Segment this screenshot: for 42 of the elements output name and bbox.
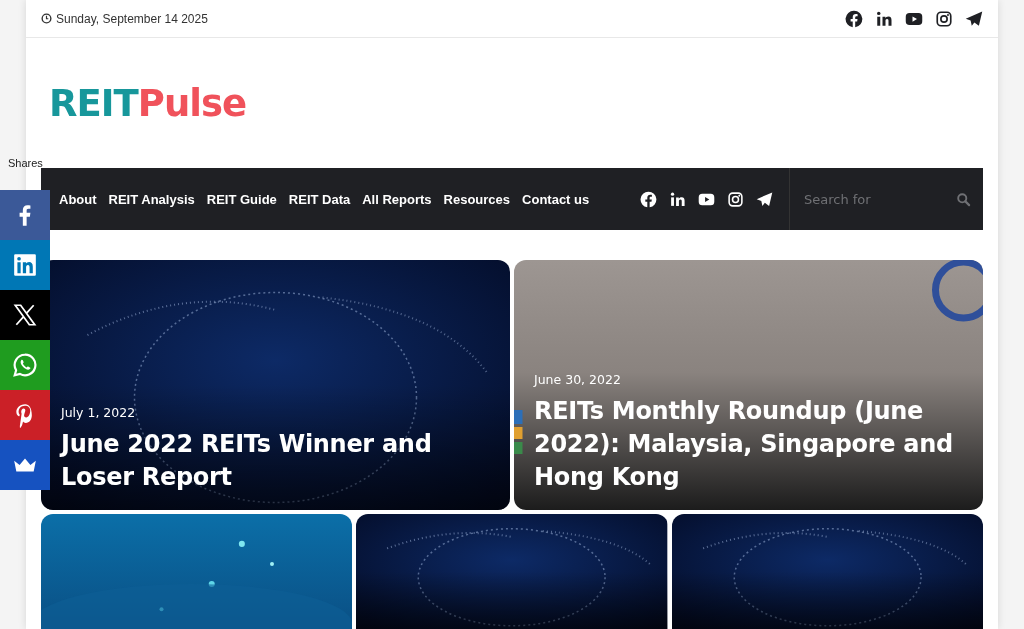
facebook-link[interactable] <box>640 190 657 208</box>
x-icon <box>12 302 38 328</box>
x-share-button[interactable] <box>0 290 50 340</box>
whatsapp-share-button[interactable] <box>0 340 50 390</box>
search-button[interactable] <box>956 191 971 207</box>
more-share-button[interactable] <box>0 440 50 490</box>
linkedin-share-button[interactable] <box>0 240 50 290</box>
facebook-share-button[interactable] <box>0 190 50 240</box>
linkedin-link[interactable] <box>875 9 893 28</box>
search-field[interactable]: Search for <box>802 190 956 208</box>
instagram-icon <box>935 9 953 28</box>
site-logo[interactable]: REITPulse <box>49 81 247 125</box>
whatsapp-icon <box>12 352 38 378</box>
post-date: July 1, 2022 <box>61 405 137 420</box>
nav-link[interactable]: REIT Analysis <box>102 191 201 207</box>
nav-link[interactable]: About <box>53 191 103 207</box>
post-date: June 30, 2022 <box>534 372 622 387</box>
linkedin-icon <box>12 252 38 278</box>
nav-link[interactable]: All Reports <box>356 191 438 207</box>
paper-plane-icon <box>756 190 773 208</box>
facebook-icon <box>640 190 657 208</box>
linkedin-icon <box>669 190 686 208</box>
instagram-link[interactable] <box>935 9 953 28</box>
linkedin-link[interactable] <box>669 190 686 208</box>
paper-plane-link[interactable] <box>965 9 983 28</box>
nav-link[interactable]: REIT Data <box>282 191 357 207</box>
shares-label: Shares <box>7 157 44 171</box>
nav-link[interactable]: Resources <box>437 191 517 207</box>
instagram-icon <box>727 190 744 208</box>
nav-link[interactable]: Contact us <box>516 191 596 207</box>
nav-link[interactable]: REIT Guide <box>200 191 283 207</box>
post-title[interactable]: REITs Monthly Roundup (June 2022): Malaysia, Singapore and Hong Kong <box>534 395 963 494</box>
search-icon <box>956 191 971 207</box>
post-title[interactable]: June 2022 REITs Winner and Loser Report <box>61 428 490 494</box>
paper-plane-icon <box>965 9 983 28</box>
pinterest-share-button[interactable] <box>0 390 50 440</box>
paper-plane-link[interactable] <box>756 190 773 208</box>
clock-icon <box>41 13 52 24</box>
current-date: Sunday, September 14 2025 <box>56 11 208 26</box>
facebook-link[interactable] <box>845 9 863 28</box>
linkedin-icon <box>875 9 893 28</box>
facebook-icon <box>845 9 863 28</box>
